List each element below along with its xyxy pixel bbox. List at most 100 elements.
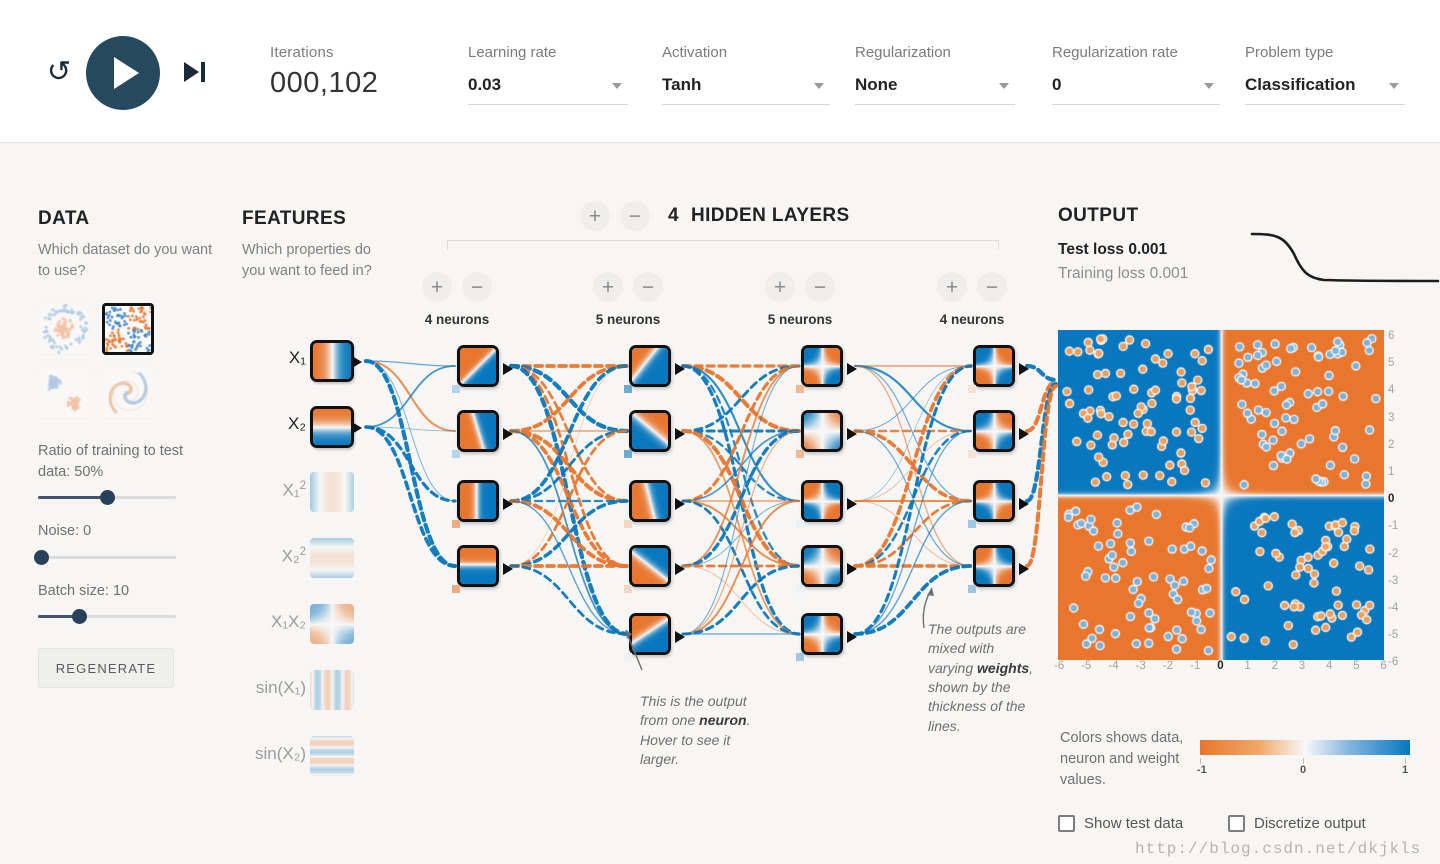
neuron-node-l1-n1[interactable]	[457, 345, 499, 387]
node-bias-indicator[interactable]	[624, 450, 632, 458]
dataset-thumb-spiral[interactable]	[102, 367, 154, 420]
node-bias-indicator[interactable]	[796, 585, 804, 593]
feature-thumb-sinx1[interactable]	[310, 670, 354, 710]
node-bias-indicator[interactable]	[452, 585, 460, 593]
feature-thumb-x1sq[interactable]	[310, 472, 354, 512]
remove-neuron-button-layer3[interactable]: −	[805, 272, 835, 302]
feature-thumb-x2[interactable]	[310, 406, 354, 448]
add-layer-button[interactable]: +	[580, 201, 610, 231]
dataset-thumb-gauss[interactable]	[38, 367, 90, 420]
node-bias-indicator[interactable]	[624, 585, 632, 593]
output-heatmap[interactable]	[1058, 330, 1384, 660]
feature-sinx2[interactable]: sin(X₂)	[242, 736, 374, 802]
node-bias-indicator[interactable]	[624, 520, 632, 528]
play-button[interactable]	[86, 36, 160, 110]
neuron-node-l2-n3[interactable]	[629, 480, 671, 522]
batch-slider-knob[interactable]	[72, 609, 88, 625]
regenerate-button[interactable]: REGENERATE	[38, 648, 174, 689]
x-axis-tick: -4	[1108, 660, 1119, 672]
neuron-node-l3-n1[interactable]	[801, 345, 843, 387]
discretize-output-label: Discretize output	[1254, 815, 1366, 832]
noise-slider[interactable]	[34, 549, 176, 565]
discretize-output-checkbox[interactable]: Discretize output	[1228, 815, 1366, 832]
node-bias-indicator[interactable]	[968, 385, 976, 393]
neuron-node-l4-n4[interactable]	[973, 545, 1015, 587]
playback-controls: ↺	[38, 36, 228, 110]
legend-tick-label: -1	[1197, 764, 1207, 776]
checkbox-box[interactable]	[1228, 815, 1245, 832]
feature-x1[interactable]: X₁	[242, 340, 374, 406]
node-output-connector	[503, 428, 513, 440]
remove-neuron-button-layer1[interactable]: −	[462, 272, 492, 302]
neuron-node-l1-n3[interactable]	[457, 480, 499, 522]
hidden-layers-count: 4	[668, 205, 679, 226]
neuron-node-l1-n4[interactable]	[457, 545, 499, 587]
x-axis-tick: -3	[1135, 660, 1146, 672]
remove-layer-button[interactable]: −	[620, 201, 650, 231]
x-axis-tick: 1	[1244, 660, 1251, 672]
node-bias-indicator[interactable]	[968, 520, 976, 528]
heatmap-canvas[interactable]	[1058, 330, 1384, 660]
node-bias-indicator[interactable]	[624, 653, 632, 661]
feature-x1sq[interactable]: X₁2	[242, 472, 374, 538]
neuron-node-l1-n2[interactable]	[457, 410, 499, 452]
neuron-node-l3-n4[interactable]	[801, 545, 843, 587]
noise-slider-knob[interactable]	[34, 549, 49, 565]
node-bias-indicator[interactable]	[796, 385, 804, 393]
feature-x2sq[interactable]: X₂2	[242, 538, 374, 604]
legend-tick-label: 0	[1300, 764, 1307, 776]
feature-thumb-sinx2[interactable]	[310, 736, 354, 776]
feature-thumb-x1x2[interactable]	[310, 604, 354, 644]
remove-neuron-button-layer4[interactable]: −	[977, 272, 1007, 302]
neuron-node-l3-n2[interactable]	[801, 410, 843, 452]
add-neuron-button-layer2[interactable]: +	[593, 272, 623, 302]
node-bias-indicator[interactable]	[452, 385, 460, 393]
node-bias-indicator[interactable]	[968, 450, 976, 458]
dataset-thumb-xor[interactable]	[102, 303, 154, 356]
regularization-rate-select[interactable]: 0	[1052, 75, 1220, 105]
remove-neuron-button-layer2[interactable]: −	[633, 272, 663, 302]
neuron-node-l4-n2[interactable]	[973, 410, 1015, 452]
feature-sinx1[interactable]: sin(X₁)	[242, 670, 374, 736]
ratio-slider-fill	[38, 496, 107, 500]
node-bias-indicator[interactable]	[452, 520, 460, 528]
node-bias-indicator[interactable]	[796, 450, 804, 458]
node-bias-indicator[interactable]	[796, 520, 804, 528]
feature-thumb-x2sq[interactable]	[310, 538, 354, 578]
ratio-slider-knob[interactable]	[100, 490, 115, 506]
feature-x2[interactable]: X₂	[242, 406, 374, 472]
feature-label: X₁2	[282, 480, 307, 500]
regularization-select[interactable]: None	[855, 75, 1015, 105]
activation-select[interactable]: Tanh	[662, 75, 830, 105]
node-bias-indicator[interactable]	[796, 653, 804, 661]
neuron-node-l4-n1[interactable]	[973, 345, 1015, 387]
learning-rate-select[interactable]: 0.03	[468, 75, 628, 105]
dataset-thumb-circle[interactable]	[38, 303, 90, 356]
features-panel: FEATURES Which properties do you want to…	[242, 208, 372, 281]
neuron-node-l2-n5[interactable]	[629, 613, 671, 655]
feature-x1x2[interactable]: X₁X₂	[242, 604, 374, 670]
batch-slider[interactable]	[38, 609, 176, 625]
x-axis-tick: -6	[1054, 660, 1065, 672]
neuron-node-l3-n5[interactable]	[801, 613, 843, 655]
neuron-node-l2-n4[interactable]	[629, 545, 671, 587]
neuron-node-l2-n1[interactable]	[629, 345, 671, 387]
node-bias-indicator[interactable]	[624, 385, 632, 393]
add-neuron-button-layer4[interactable]: +	[937, 272, 967, 302]
neuron-node-l4-n3[interactable]	[973, 480, 1015, 522]
feature-thumb-x1[interactable]	[310, 340, 354, 382]
problem-type-select[interactable]: Classification	[1245, 75, 1405, 105]
add-neuron-button-layer1[interactable]: +	[422, 272, 452, 302]
ratio-slider[interactable]	[38, 490, 176, 506]
step-forward-button[interactable]	[180, 58, 214, 88]
checkbox-box[interactable]	[1058, 815, 1075, 832]
layer-controls-3: + − 5 neurons	[740, 272, 860, 327]
y-axis-tick: 5	[1388, 357, 1395, 370]
node-bias-indicator[interactable]	[968, 585, 976, 593]
node-bias-indicator[interactable]	[452, 450, 460, 458]
reset-icon[interactable]: ↺	[42, 56, 76, 90]
show-test-data-checkbox[interactable]: Show test data	[1058, 815, 1183, 832]
neuron-node-l2-n2[interactable]	[629, 410, 671, 452]
neuron-node-l3-n3[interactable]	[801, 480, 843, 522]
add-neuron-button-layer3[interactable]: +	[765, 272, 795, 302]
